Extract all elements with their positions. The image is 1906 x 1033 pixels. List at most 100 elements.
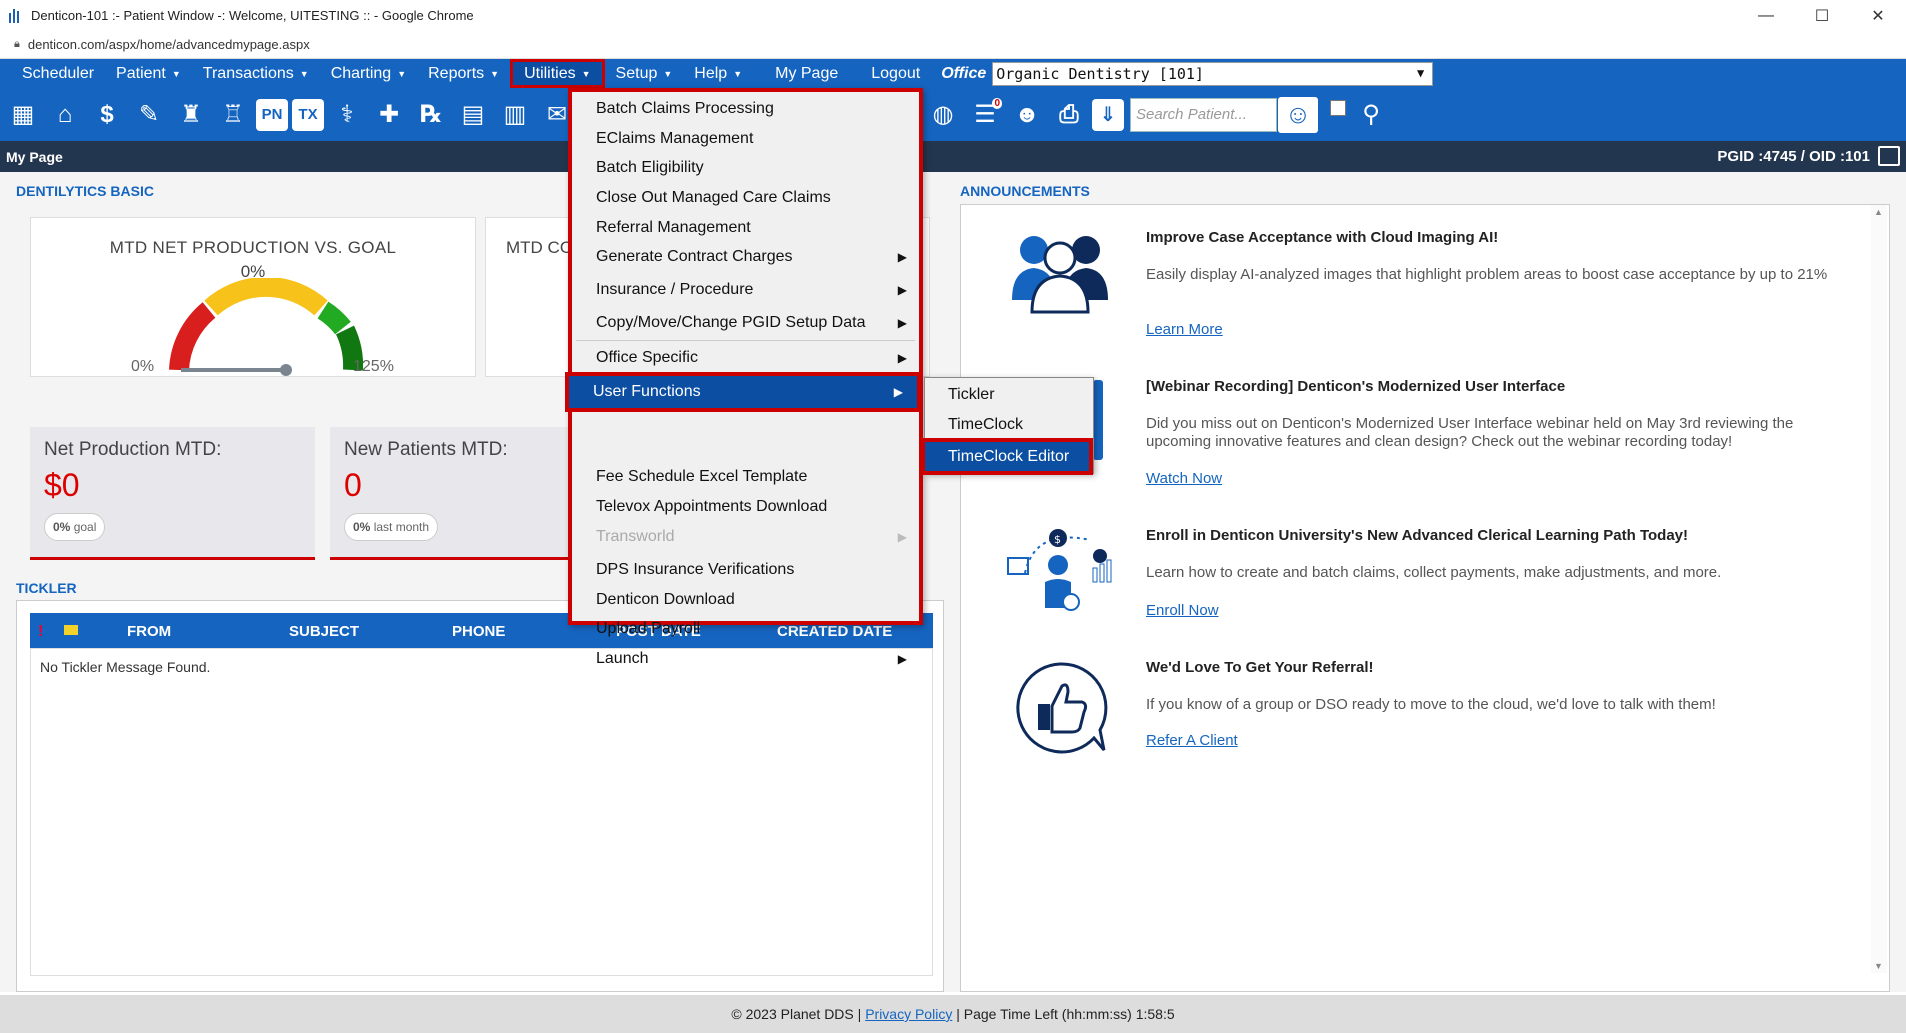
add-patient-icon[interactable]: ⚕ — [328, 96, 366, 134]
webinar-icon — [1093, 380, 1103, 460]
menu-item-generate-contract-charges[interactable]: Generate Contract Charges ▶ — [572, 242, 919, 271]
prescription-icon[interactable]: ℞ — [412, 96, 450, 134]
edit-icon[interactable]: ✎ — [130, 96, 168, 134]
address-bar[interactable]: 🔒︎ denticon.com/aspx/home/advancedmypage… — [0, 31, 1906, 59]
footer-copyright: © 2023 Planet DDS | — [731, 1006, 862, 1022]
print-icon[interactable]: ⎙ — [1050, 96, 1088, 134]
col-from[interactable]: FROM — [127, 623, 171, 640]
menu-utilities[interactable]: Utilities ▼ — [510, 59, 605, 88]
close-window-button[interactable]: ✕ — [1850, 0, 1906, 31]
menu-patient[interactable]: Patient ▼ — [105, 59, 192, 88]
globe-icon[interactable]: ◍ — [924, 96, 962, 134]
menu-item-copy-move-pgid[interactable]: Copy/Move/Change PGID Setup Data ▶ — [572, 308, 919, 337]
menu-separator — [576, 340, 915, 341]
dollar-icon[interactable]: $ — [88, 96, 126, 134]
submenu-arrow-icon: ▶ — [893, 385, 903, 399]
office-select-value: Organic Dentistry [101] — [996, 64, 1204, 83]
menu-help[interactable]: Help ▼ — [683, 59, 753, 88]
privacy-policy-link[interactable]: Privacy Policy — [865, 1006, 952, 1022]
flag-col[interactable]: ! — [38, 623, 43, 641]
stat-card-net-production: Net Production MTD: $0 0% goal — [30, 427, 315, 560]
menu-setup[interactable]: Setup ▼ — [605, 59, 684, 88]
watch-now-link[interactable]: Watch Now — [1146, 470, 1222, 487]
item-label: Referral Management — [596, 218, 751, 236]
pill-text: goal — [73, 520, 97, 534]
item-label: Office Specific — [596, 348, 698, 366]
menu-reports[interactable]: Reports ▼ — [417, 59, 510, 88]
search-person-icon[interactable]: ☺ — [1278, 96, 1318, 133]
calendar-icon[interactable]: ▦ — [4, 96, 42, 134]
minimize-button[interactable]: — — [1738, 0, 1794, 31]
svg-text:$: $ — [1054, 533, 1061, 546]
announcements-scrollbar[interactable]: ▲ ▼ — [1871, 205, 1887, 973]
menu-item-televox[interactable]: Televox Appointments Download — [572, 492, 919, 521]
user-functions-submenu: Tickler TimeClock TimeClock Editor — [921, 377, 1094, 475]
menu-item-eclaims[interactable]: EClaims Management — [572, 124, 919, 153]
treatment-icon[interactable]: TX — [292, 98, 324, 131]
announcement-text: If you know of a group or DSO ready to m… — [1146, 696, 1716, 713]
maximize-button[interactable]: ☐ — [1794, 0, 1850, 31]
submenu-item-tickler[interactable]: Tickler — [925, 380, 1093, 409]
search-patient-input[interactable]: Search Patient... — [1130, 97, 1277, 132]
gauge-darkgreen-segment — [335, 325, 364, 371]
col-subject[interactable]: SUBJECT — [289, 623, 359, 640]
item-label: Close Out Managed Care Claims — [596, 188, 831, 206]
learn-more-link[interactable]: Learn More — [1146, 321, 1223, 338]
progress-notes-icon[interactable]: PN — [256, 98, 288, 131]
enroll-now-link[interactable]: Enroll Now — [1146, 602, 1219, 619]
menu-label: Transactions — [202, 64, 294, 82]
group-icon[interactable]: ☻ — [1008, 96, 1046, 134]
menu-item-batch-eligibility[interactable]: Batch Eligibility — [572, 153, 919, 182]
office-select[interactable]: Organic Dentistry [101] ▼ — [992, 61, 1434, 86]
menu-item-referral-management[interactable]: Referral Management — [572, 213, 919, 242]
menu-transactions[interactable]: Transactions ▼ — [192, 59, 320, 88]
refer-a-client-link[interactable]: Refer A Client — [1146, 732, 1238, 749]
scroll-up-icon[interactable]: ▲ — [1874, 207, 1883, 217]
item-label: Denticon Download — [596, 590, 735, 608]
submenu-arrow-icon: ▶ — [897, 529, 907, 544]
submenu-item-timeclock-editor[interactable]: TimeClock Editor — [921, 438, 1093, 475]
advanced-search-icon[interactable]: ⚲ — [1352, 96, 1390, 134]
stat-pill: 0% goal — [44, 513, 106, 541]
menu-item-user-functions[interactable]: User Functions ▶ — [565, 372, 921, 412]
col-phone[interactable]: PHONE — [452, 623, 505, 640]
document-icon[interactable]: ▥ — [496, 96, 534, 134]
home-icon[interactable]: ⌂ — [46, 96, 84, 134]
menu-item-denticon-download[interactable]: Denticon Download — [572, 585, 919, 614]
notification-icon[interactable]: ☰ 0 — [966, 96, 1004, 134]
item-label: Insurance / Procedure — [596, 280, 754, 298]
menu-scheduler[interactable]: Scheduler — [0, 59, 105, 88]
menu-logout[interactable]: Logout — [849, 59, 931, 88]
tickler-empty-message: No Tickler Message Found. — [40, 659, 211, 675]
tooth-icon[interactable]: ♜ — [172, 96, 210, 134]
menu-label: Logout — [871, 64, 921, 82]
toolbar-checkbox[interactable] — [1330, 99, 1346, 116]
menu-item-fee-schedule[interactable]: Fee Schedule Excel Template — [572, 462, 919, 491]
url-text[interactable]: denticon.com/aspx/home/advancedmypage.as… — [28, 37, 310, 52]
menu-item-batch-claims[interactable]: Batch Claims Processing — [572, 94, 919, 123]
stat-label: Net Production MTD: — [44, 439, 222, 460]
menu-my-page[interactable]: My Page — [753, 59, 849, 88]
perio-icon[interactable]: ♖ — [214, 96, 252, 134]
menu-label: Setup — [615, 64, 658, 82]
menu-item-insurance-procedure[interactable]: Insurance / Procedure ▶ — [572, 275, 919, 304]
gauge-yellow-segment — [204, 278, 328, 316]
envelope-icon[interactable] — [64, 625, 78, 635]
menu-item-close-out-claims[interactable]: Close Out Managed Care Claims — [572, 183, 919, 212]
menu-item-dps-verifications[interactable]: DPS Insurance Verifications — [572, 555, 919, 584]
menu-charting[interactable]: Charting ▼ — [320, 59, 417, 88]
pill-value: 0% — [353, 520, 371, 534]
message-icon[interactable]: ▤ — [454, 96, 492, 134]
office-label: Office — [941, 64, 987, 82]
menu-item-launch[interactable]: Launch ▶ — [572, 644, 919, 673]
menu-item-office-specific[interactable]: Office Specific ▶ — [572, 343, 919, 372]
download-icon[interactable]: ⇓ — [1092, 98, 1124, 131]
submenu-item-timeclock[interactable]: TimeClock — [925, 410, 1093, 439]
menu-item-upload-payroll[interactable]: Upload Payroll — [572, 614, 919, 643]
printer-icon[interactable] — [1878, 146, 1900, 166]
gauge-green-segment — [317, 301, 351, 335]
page-title: My Page — [6, 148, 63, 165]
scroll-down-icon[interactable]: ▼ — [1874, 961, 1883, 971]
add-family-icon[interactable]: ✚ — [370, 96, 408, 134]
content-area: DENTILYTICS BASIC MTD NET PRODUCTION VS.… — [0, 172, 1906, 992]
